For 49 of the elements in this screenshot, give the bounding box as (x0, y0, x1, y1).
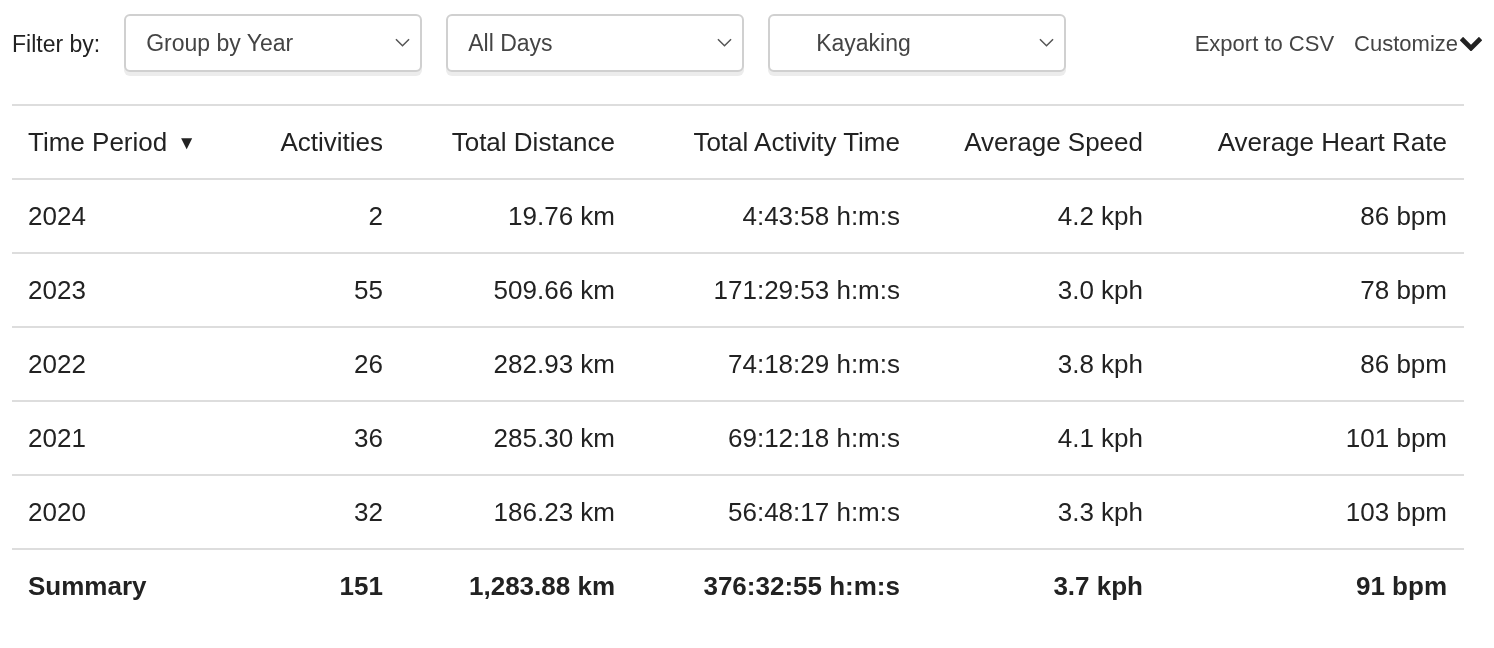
table-cell-text: 186.23 km (492, 496, 616, 528)
table-cell-text: 86 bpm (1359, 200, 1448, 232)
table-cell-text: 285.30 km (492, 422, 616, 454)
table-cell-text: Summary (27, 570, 148, 602)
export-link[interactable]: Export to CSV (1194, 31, 1335, 57)
column-header[interactable]: Total Activity Time (631, 126, 916, 158)
chevron-down-icon (395, 38, 411, 48)
filter-label: Filter by: (12, 30, 101, 58)
table-cell-text: 4.1 kph (1056, 422, 1144, 454)
column-header[interactable]: Total Distance (399, 126, 631, 158)
customize-link[interactable]: Customize (1354, 31, 1482, 57)
table-cell-text: 26 (353, 348, 384, 380)
table-cell-text: 3.8 kph (1056, 348, 1144, 380)
table-cell-text: 91 bpm (1354, 570, 1448, 602)
table-cell-text: 56:48:17 h:m:s (727, 496, 901, 528)
chevron-down-icon (1039, 38, 1055, 48)
sort-indicator: ▼ (177, 131, 196, 153)
table-cell-text: 32 (353, 496, 384, 528)
column-header[interactable]: Average Heart Rate (1159, 126, 1463, 158)
table-cell-text: 4:43:58 h:m:s (741, 200, 901, 232)
table-cell-text: 2021 (27, 422, 87, 454)
table-cell-text: 36 (353, 422, 384, 454)
table-cell-text: 101 bpm (1344, 422, 1448, 454)
table-cell-text: 151 (338, 570, 384, 602)
table-cell-text: 74:18:29 h:m:s (727, 348, 901, 380)
table-cell-text: 2 (367, 200, 384, 232)
table-cell-text: 55 (353, 274, 384, 306)
table-cell-text: 2020 (27, 496, 87, 528)
table-cell-text: 103 bpm (1344, 496, 1448, 528)
chevron-down-icon (717, 38, 733, 48)
table-cell-text: 3.3 kph (1056, 496, 1144, 528)
table-cell-text: 2022 (27, 348, 87, 380)
table-cell-text: 69:12:18 h:m:s (727, 422, 901, 454)
table-cell-text: 376:32:55 h:m:s (702, 570, 901, 602)
table-cell-text: 282.93 km (492, 348, 616, 380)
table-cell-text: 4.2 kph (1056, 200, 1144, 232)
table-cell-text: 2024 (27, 200, 87, 232)
table-cell-text: 171:29:53 h:m:s (712, 274, 901, 306)
column-header[interactable]: Average Speed (916, 126, 1159, 158)
chevron-down-icon (1460, 37, 1482, 51)
table-cell-text: 509.66 km (492, 274, 616, 306)
table-cell-text: 86 bpm (1359, 348, 1448, 380)
table-cell-text: 3.0 kph (1056, 274, 1144, 306)
table-cell-text: 78 bpm (1359, 274, 1448, 306)
table-cell-text: 3.7 kph (1052, 570, 1144, 602)
table-cell-text: 19.76 km (507, 200, 616, 232)
table-cell-text: 2023 (27, 274, 87, 306)
table-cell-text: 1,283.88 km (468, 570, 616, 602)
column-header[interactable]: Activities (230, 126, 399, 158)
